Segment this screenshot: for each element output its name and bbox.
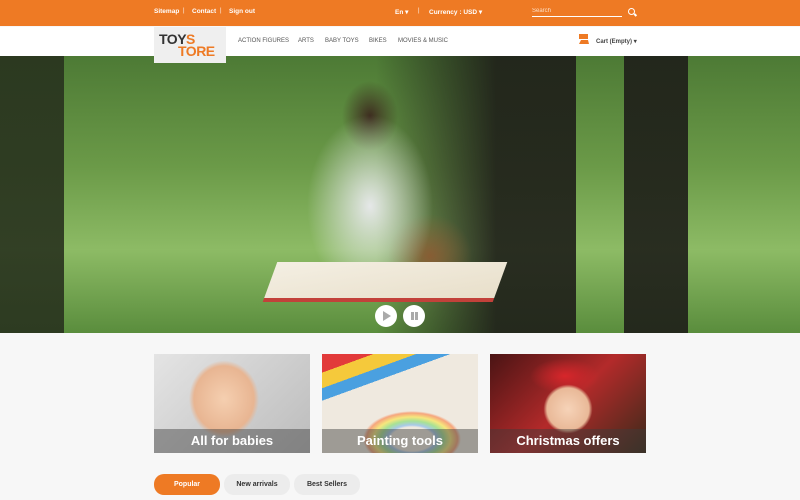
- nav-movies-music[interactable]: MOVIES & MUSIC: [398, 38, 448, 44]
- banner-painting[interactable]: Painting tools: [322, 354, 478, 453]
- search-input[interactable]: [532, 6, 622, 17]
- language-selector[interactable]: En ▾: [395, 8, 408, 16]
- separator: |: [183, 8, 185, 14]
- banner-caption: Christmas offers: [490, 429, 646, 453]
- separator: |: [418, 8, 420, 14]
- chevron-down-icon: ▾: [405, 9, 409, 16]
- nav-baby-toys[interactable]: BABY TOYS: [325, 38, 359, 44]
- top-bar: Sitemap | Contact | Sign out En ▾ | Curr…: [0, 0, 800, 27]
- sitemap-link[interactable]: Sitemap: [154, 8, 179, 15]
- currency-label: Currency : USD: [429, 9, 478, 16]
- hero-book-image: [262, 262, 508, 302]
- tab-best-sellers[interactable]: Best Sellers: [294, 474, 360, 495]
- tab-popular[interactable]: Popular: [154, 474, 220, 495]
- banner-caption: All for babies: [154, 429, 310, 453]
- currency-selector[interactable]: Currency : USD ▾: [429, 8, 482, 16]
- pause-button[interactable]: [403, 305, 425, 327]
- logo-line2: TORE: [178, 43, 215, 59]
- cart-label: Cart (Empty): [596, 39, 633, 45]
- banner-caption: Painting tools: [322, 429, 478, 453]
- sign-out-link[interactable]: Sign out: [229, 8, 255, 15]
- nav-bikes[interactable]: BIKES: [369, 38, 387, 44]
- tab-new-arrivals[interactable]: New arrivals: [224, 474, 290, 495]
- banner-christmas[interactable]: Christmas offers: [490, 354, 646, 453]
- logo[interactable]: TOYS TORE: [154, 27, 226, 63]
- cart-button[interactable]: Cart (Empty) ▾: [596, 38, 637, 45]
- contact-link[interactable]: Contact: [192, 8, 216, 15]
- separator: |: [220, 8, 222, 14]
- language-label: En: [395, 9, 404, 16]
- chevron-down-icon: ▾: [633, 39, 637, 45]
- chevron-down-icon: ▾: [478, 9, 483, 16]
- nav-arts[interactable]: ARTS: [298, 38, 314, 44]
- play-button[interactable]: [375, 305, 397, 327]
- banner-babies[interactable]: All for babies: [154, 354, 310, 453]
- nav-action-figures[interactable]: ACTION FIGURES: [238, 38, 289, 44]
- search-icon[interactable]: [628, 8, 635, 15]
- cart-icon[interactable]: [579, 34, 589, 44]
